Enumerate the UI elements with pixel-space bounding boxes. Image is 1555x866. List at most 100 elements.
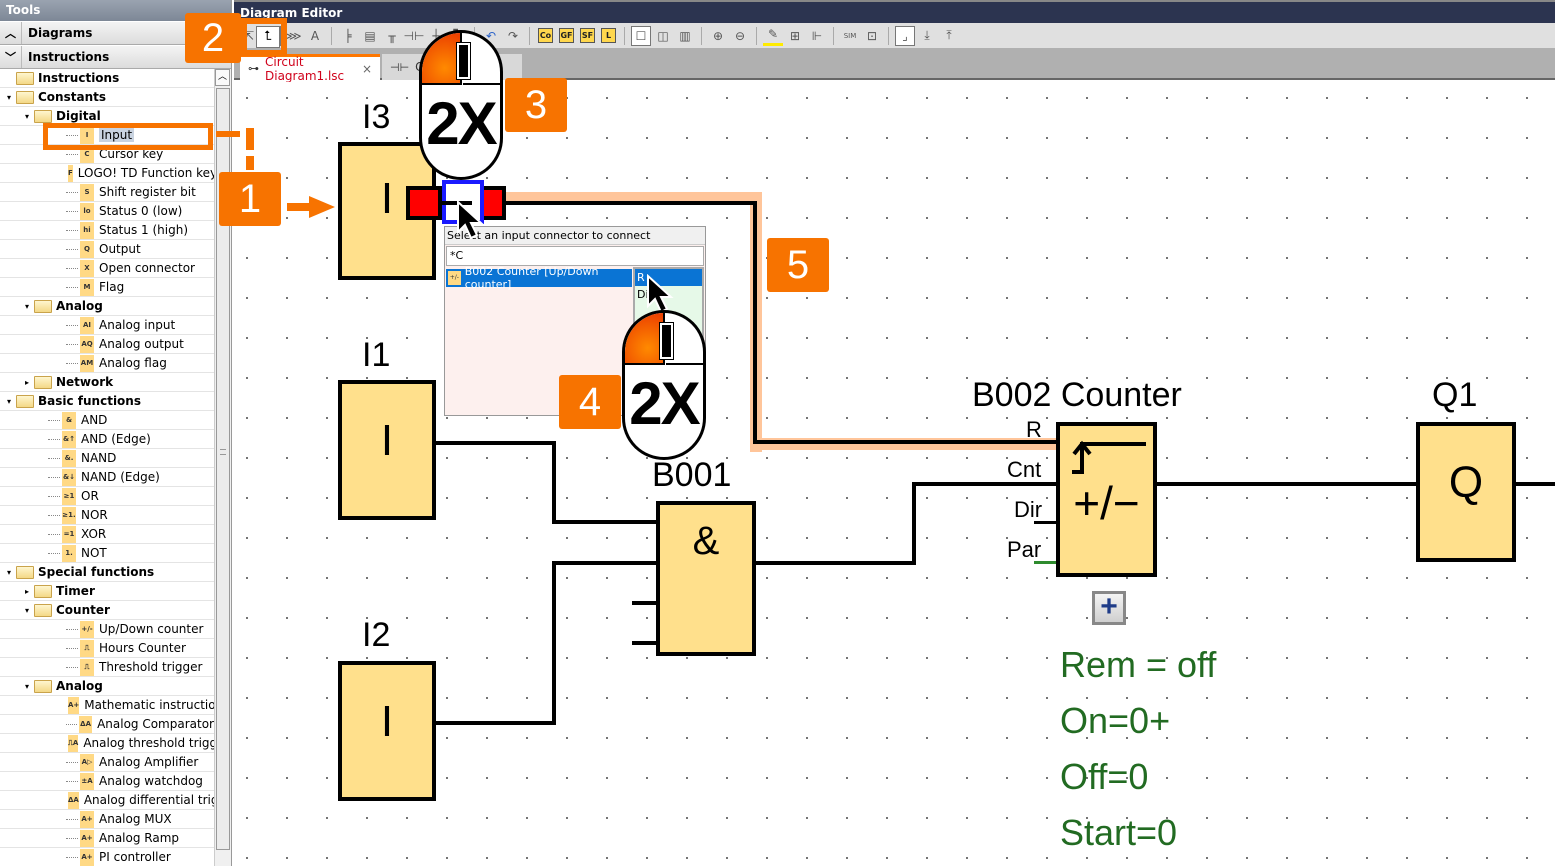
tree-item[interactable]: ⎍ Threshold trigger — [0, 658, 214, 677]
sf-button-button[interactable]: SF — [580, 28, 595, 43]
split-view-2-button[interactable]: ◫ — [653, 26, 673, 46]
tree-item[interactable]: A+ PI controller — [0, 848, 214, 866]
tree-folder[interactable]: ▾ Special functions — [0, 563, 214, 582]
expand-arrow-icon[interactable]: ▾ — [4, 397, 14, 406]
co-button-button[interactable]: Co — [538, 28, 553, 43]
block-i2[interactable]: I — [338, 661, 436, 801]
tree-folder[interactable]: ▾ Constants — [0, 88, 214, 107]
tree-item[interactable]: A+ Mathematic instruction — [0, 696, 214, 715]
wire-i2-b001[interactable] — [434, 721, 556, 725]
step-mode-button[interactable]: ⌟ — [895, 25, 915, 46]
collapse-arrow-icon[interactable]: ▸ — [22, 378, 32, 387]
tree-folder[interactable]: ▾ Analog — [0, 677, 214, 696]
gf-button-button[interactable]: GF — [559, 28, 574, 43]
expand-block-button[interactable]: + — [1092, 591, 1126, 625]
simulation-button[interactable]: SIM — [840, 26, 860, 46]
tree-item[interactable]: ΔA Analog differential trigger — [0, 791, 214, 810]
split-view-3-button[interactable]: ▥ — [675, 26, 695, 46]
tree-folder[interactable]: ▾ Analog — [0, 297, 214, 316]
tree-item[interactable]: S Shift register bit — [0, 183, 214, 202]
align-top-button[interactable]: ╥ — [382, 26, 402, 46]
q1-output[interactable] — [1514, 482, 1555, 486]
wire-i1-b001[interactable] — [552, 520, 658, 524]
tree-item[interactable]: hi Status 1 (high) — [0, 221, 214, 240]
tree-folder[interactable]: ▸ Network — [0, 373, 214, 392]
highlight-button[interactable]: ✎ — [763, 26, 783, 46]
collapse-arrow-icon[interactable]: ▸ — [22, 587, 32, 596]
zoom-in-button[interactable]: ⊕ — [708, 26, 728, 46]
tree-folder[interactable]: ▾ Counter — [0, 601, 214, 620]
align-right-button[interactable]: ▤ — [360, 26, 380, 46]
tree-item[interactable]: AQ Analog output — [0, 335, 214, 354]
tree-item[interactable]: &↑ AND (Edge) — [0, 430, 214, 449]
tree-item[interactable]: &↓ NAND (Edge) — [0, 468, 214, 487]
tree-item[interactable]: AM Analog flag — [0, 354, 214, 373]
wire-b001-b002[interactable] — [754, 561, 916, 565]
text-tool-button[interactable]: A — [305, 26, 325, 46]
tree-item[interactable]: +/- Up/Down counter — [0, 620, 214, 639]
tree-item[interactable]: A+ Analog MUX — [0, 810, 214, 829]
tree-item[interactable]: & AND — [0, 411, 214, 430]
connector-filter-input[interactable]: *C — [446, 246, 704, 266]
tree-item[interactable]: 1. NOT — [0, 544, 214, 563]
popup-block-item[interactable]: +/- B002 Counter [Up/Down counter] — [446, 265, 632, 291]
wire-i3-b002-r[interactable] — [504, 201, 757, 205]
tab-circuit-diagram1[interactable]: ⊶ Circuit Diagram1.lsc × — [240, 54, 380, 83]
scroll-up-button[interactable]: ︿ — [215, 69, 230, 86]
tree-folder[interactable]: Instructions — [0, 69, 214, 88]
download-button[interactable]: ⤓ — [917, 26, 937, 46]
upload-button[interactable]: ⤒ — [939, 26, 959, 46]
tree-item[interactable]: M Flag — [0, 278, 214, 297]
close-icon[interactable]: × — [362, 62, 372, 76]
tree-item[interactable]: A▷ Analog Amplifier — [0, 753, 214, 772]
tree-item[interactable]: ⎍A Analog threshold trigger — [0, 734, 214, 753]
wire-b002-q1[interactable] — [1154, 482, 1418, 486]
zoom-out-button[interactable]: ⊖ — [730, 26, 750, 46]
tree-item[interactable]: A+ Analog Ramp — [0, 829, 214, 848]
expand-arrow-icon[interactable]: ▾ — [22, 302, 32, 311]
online-test-button[interactable]: ⊡ — [862, 26, 882, 46]
connect-tool-button-overlay[interactable]: ⮤ — [256, 26, 280, 48]
wire-i3-b002-r[interactable] — [753, 201, 757, 444]
block-b002-counter[interactable]: +/− — [1056, 422, 1157, 577]
wire-i1-b001[interactable] — [434, 441, 556, 445]
split-connection-button[interactable]: ⊣⊢ — [404, 26, 425, 46]
single-view-button[interactable]: ☐ — [631, 25, 651, 46]
tree-item[interactable]: ΔA Analog Comparator — [0, 715, 214, 734]
expand-arrow-icon[interactable]: ▾ — [22, 682, 32, 691]
tree-item[interactable]: F LOGO! TD Function key — [0, 164, 214, 183]
expand-arrow-icon[interactable]: ▾ — [22, 606, 32, 615]
wire-i1-b001[interactable] — [552, 441, 556, 524]
expand-arrow-icon[interactable]: ▾ — [4, 568, 14, 577]
wire-i2-b001[interactable] — [552, 561, 658, 565]
wire-b001-b002[interactable] — [912, 482, 916, 565]
tree-item[interactable]: =1 XOR — [0, 525, 214, 544]
open-input-b001[interactable] — [632, 641, 658, 645]
block-q1[interactable]: Q — [1416, 422, 1516, 562]
block-b001[interactable]: & — [656, 501, 756, 656]
contact-coil-button[interactable]: ⊩ — [807, 26, 827, 46]
tree-item[interactable]: ±A Analog watchdog — [0, 772, 214, 791]
block-i1[interactable]: I — [338, 380, 436, 520]
tree-item[interactable]: lo Status 0 (low) — [0, 202, 214, 221]
wire-i3-b002-r[interactable] — [753, 440, 1060, 444]
tree-folder[interactable]: ▾ Basic functions — [0, 392, 214, 411]
tree-item[interactable]: ≥1 OR — [0, 487, 214, 506]
tree-item[interactable]: AI Analog input — [0, 316, 214, 335]
wire-i2-b001[interactable] — [552, 561, 556, 725]
output-handle[interactable] — [406, 186, 442, 220]
l-button-button[interactable]: L — [601, 28, 616, 43]
tree-item[interactable]: ≥1. NOR — [0, 506, 214, 525]
numbering-button[interactable]: ⊞ — [785, 26, 805, 46]
tree-item[interactable]: X Open connector — [0, 259, 214, 278]
diagram-canvas[interactable]: I3 I I1 I I2 I B001 & B002 Counter R Cnt… — [234, 82, 1555, 866]
redo-button[interactable]: ↷ — [503, 26, 523, 46]
tree-item[interactable]: ⎍ Hours Counter — [0, 639, 214, 658]
tree-folder[interactable]: ▸ Timer — [0, 582, 214, 601]
tree-item[interactable]: Q Output — [0, 240, 214, 259]
align-left-button[interactable]: ╞ — [338, 26, 358, 46]
expand-arrow-icon[interactable]: ▾ — [22, 112, 32, 121]
expand-arrow-icon[interactable]: ▾ — [4, 93, 14, 102]
tree-item[interactable]: &. NAND — [0, 449, 214, 468]
open-input-b001[interactable] — [632, 601, 658, 605]
